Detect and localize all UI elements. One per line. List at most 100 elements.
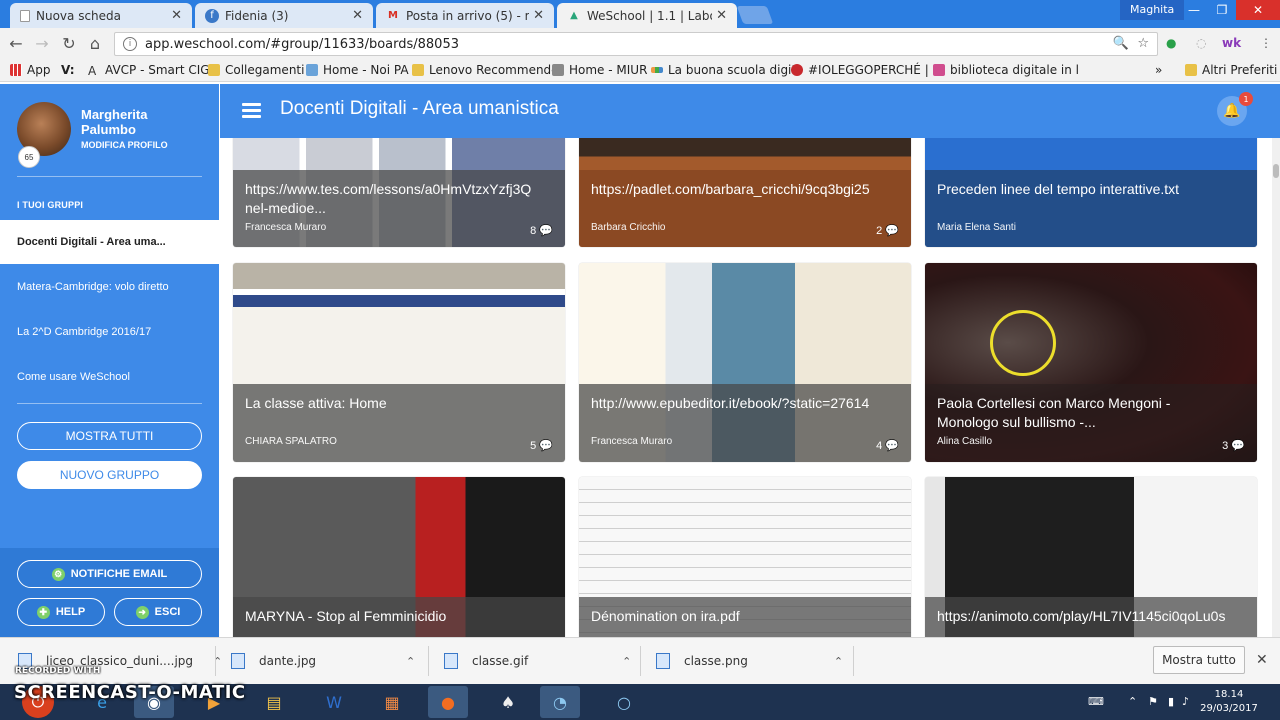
sidebar-group-matera-cambridge[interactable]: Matera-Cambridge: volo diretto [0, 265, 219, 309]
flag-icon[interactable]: ⚑ [1148, 695, 1158, 708]
screen-recorder-icon[interactable]: ◔ [540, 686, 580, 718]
bookmark-avcp[interactable]: A AVCP - Smart CIG [88, 63, 210, 78]
bookmark-ioleggo[interactable]: #IOLEGGOPERCHÉ | # [791, 63, 943, 77]
menu-dots-icon[interactable]: ⋮ [1260, 36, 1272, 50]
comment-count[interactable]: 8 💬 [530, 224, 553, 237]
reload-icon[interactable]: ↻ [59, 34, 79, 53]
apps-grid-icon [10, 64, 22, 76]
extension-gray-icon[interactable]: ◌ [1196, 36, 1206, 50]
comment-count-value: 2 [876, 225, 883, 237]
download-item[interactable]: classe.gif ⌃ [444, 653, 631, 669]
card-author: Alina Casillo [937, 436, 993, 447]
bookmark-altri-preferiti[interactable]: Altri Preferiti [1185, 63, 1277, 77]
new-tab-button[interactable] [736, 6, 774, 24]
fidenia-icon: f [205, 8, 219, 23]
download-item[interactable]: dante.jpg ⌃ [231, 653, 415, 669]
email-notifications-button[interactable]: ⚙ NOTIFICHE EMAIL [17, 560, 202, 588]
taskbar-clock[interactable]: 18.14 29/03/2017 [1196, 688, 1262, 716]
bookmark-lenovo[interactable]: Lenovo Recommende [412, 63, 559, 77]
board-card[interactable]: https://www.tes.com/lessons/a0HmVtzxYzfj… [233, 138, 565, 247]
solitaire-icon[interactable]: ♠ [488, 686, 528, 718]
window-close-icon[interactable]: ✕ [1236, 0, 1280, 20]
bookmark-biblioteca[interactable]: biblioteca digitale in l [933, 63, 1079, 77]
user-name[interactable]: Margherita Palumbo [81, 107, 201, 137]
tray-expand-icon[interactable]: ⌃ [1128, 695, 1137, 708]
comment-icon: 💬 [539, 225, 553, 237]
browser-tab-weschool[interactable]: ▲ WeSchool | 1.1 | Laborat ✕ [557, 3, 737, 28]
browser-tab-new[interactable]: Nuova scheda ✕ [10, 3, 192, 28]
close-icon[interactable]: ✕ [533, 8, 544, 23]
file-explorer-icon[interactable]: ▤ [254, 686, 294, 718]
board-card[interactable]: Paola Cortellesi con Marco Mengoni - Mon… [925, 263, 1257, 462]
extension-green-icon[interactable]: ● [1166, 36, 1176, 50]
board-card[interactable]: https://animoto.com/play/HL7IV1145ci0qoL… [925, 477, 1257, 637]
browser-tab-strip: Nuova scheda ✕ f Fidenia (3) ✕ M Posta i… [0, 0, 1280, 28]
close-icon[interactable]: ✕ [171, 8, 182, 23]
window-user-badge[interactable]: Maghita [1120, 0, 1185, 20]
forward-arrow-icon[interactable]: → [32, 34, 52, 53]
chevron-up-icon[interactable]: ⌃ [622, 655, 631, 668]
comment-count[interactable]: 5 💬 [530, 439, 553, 452]
bookmark-collegamenti[interactable]: Collegamenti [208, 63, 304, 77]
app-grid-icon[interactable]: ▦ [372, 686, 412, 718]
back-arrow-icon[interactable]: ← [6, 34, 26, 53]
browser-tab-fidenia[interactable]: f Fidenia (3) ✕ [195, 3, 373, 28]
board-card[interactable]: Preceden linee del tempo interattive.txt… [925, 138, 1257, 247]
close-icon[interactable]: ✕ [1256, 652, 1268, 668]
url-text: app.weschool.com/#group/11633/boards/880… [145, 36, 459, 52]
show-all-downloads-button[interactable]: Mostra tutto [1153, 646, 1245, 674]
board-card[interactable]: Dénomination on ira.pdf [579, 477, 911, 637]
star-icon[interactable]: ☆ [1137, 36, 1149, 51]
sidebar-group-2d-cambridge[interactable]: La 2^D Cambridge 2016/17 [0, 310, 219, 354]
firefox-icon[interactable]: ● [428, 686, 468, 718]
noipa-icon [306, 64, 318, 76]
minimize-icon[interactable]: — [1180, 0, 1208, 20]
card-title: https://padlet.com/barbara_cricchi/9cq3b… [591, 181, 870, 197]
show-all-groups-button[interactable]: MOSTRA TUTTI [17, 422, 202, 450]
sidebar-group-docenti-digitali[interactable]: Docenti Digitali - Area uma... [0, 220, 219, 264]
bookmark-buona-scuola[interactable]: La buona scuola digit [651, 63, 796, 77]
chevron-up-icon[interactable]: ⌃ [834, 655, 843, 668]
board-card[interactable]: http://www.epubeditor.it/ebook/?static=2… [579, 263, 911, 462]
bookmark-noipa[interactable]: Home - Noi PA [306, 63, 409, 77]
chevron-up-icon[interactable]: ⌃ [406, 655, 415, 668]
bookmarks-overflow-icon[interactable]: » [1155, 63, 1162, 77]
restore-icon[interactable]: ❐ [1208, 0, 1236, 20]
board-card[interactable]: MARYNA - Stop al Femminicidio [233, 477, 565, 637]
gmail-icon: M [388, 10, 398, 21]
board-card[interactable]: https://padlet.com/barbara_cricchi/9cq3b… [579, 138, 911, 247]
help-button[interactable]: ✚ HELP [17, 598, 105, 626]
page-scrollbar[interactable] [1272, 138, 1280, 637]
address-bar[interactable]: i app.weschool.com/#group/11633/boards/8… [114, 32, 1158, 56]
logout-button[interactable]: ➜ ESCI [114, 598, 202, 626]
sidebar-group-come-usare[interactable]: Come usare WeSchool [0, 355, 219, 399]
zoom-icon[interactable]: 🔍 [1113, 36, 1129, 51]
bookmark-v[interactable]: V: [61, 63, 75, 77]
browser-tab-gmail[interactable]: M Posta in arrivo (5) - mag ✕ [376, 3, 554, 28]
home-icon[interactable]: ⌂ [85, 34, 105, 53]
card-title: MARYNA - Stop al Femminicidio [245, 608, 447, 624]
bookmark-apps[interactable]: App [10, 63, 50, 77]
bookmark-label: Altri Preferiti [1202, 63, 1278, 77]
recording-icon[interactable]: ○ [604, 686, 644, 718]
volume-icon[interactable]: ♪ [1182, 695, 1189, 708]
new-group-button[interactable]: NUOVO GRUPPO [17, 461, 202, 489]
close-icon[interactable]: ✕ [716, 8, 727, 23]
network-icon[interactable]: ▮ [1168, 695, 1174, 708]
comment-count[interactable]: 4 💬 [876, 439, 899, 452]
extension-wk-icon[interactable]: wk [1222, 36, 1241, 50]
comment-count[interactable]: 3 💬 [1222, 439, 1245, 452]
hamburger-menu-icon[interactable] [242, 103, 261, 119]
board-card[interactable]: La classe attiva: Home CHIARA SPALATRO 5… [233, 263, 565, 462]
close-icon[interactable]: ✕ [352, 8, 363, 23]
download-item[interactable]: classe.png ⌃ [656, 653, 843, 669]
word-icon[interactable]: W [314, 686, 354, 718]
edit-profile-link[interactable]: MODIFICA PROFILO [81, 140, 168, 150]
bookmark-miur[interactable]: Home - MIUR [552, 63, 647, 77]
keyboard-icon[interactable]: ⌨ [1088, 695, 1104, 708]
scrollbar-thumb[interactable] [1273, 164, 1279, 178]
card-overlay: https://www.tes.com/lessons/a0HmVtzxYzfj… [233, 170, 565, 247]
card-title: Preceden linee del tempo interattive.txt [937, 181, 1180, 197]
site-info-icon[interactable]: i [123, 37, 137, 51]
comment-count[interactable]: 2 💬 [876, 224, 899, 237]
